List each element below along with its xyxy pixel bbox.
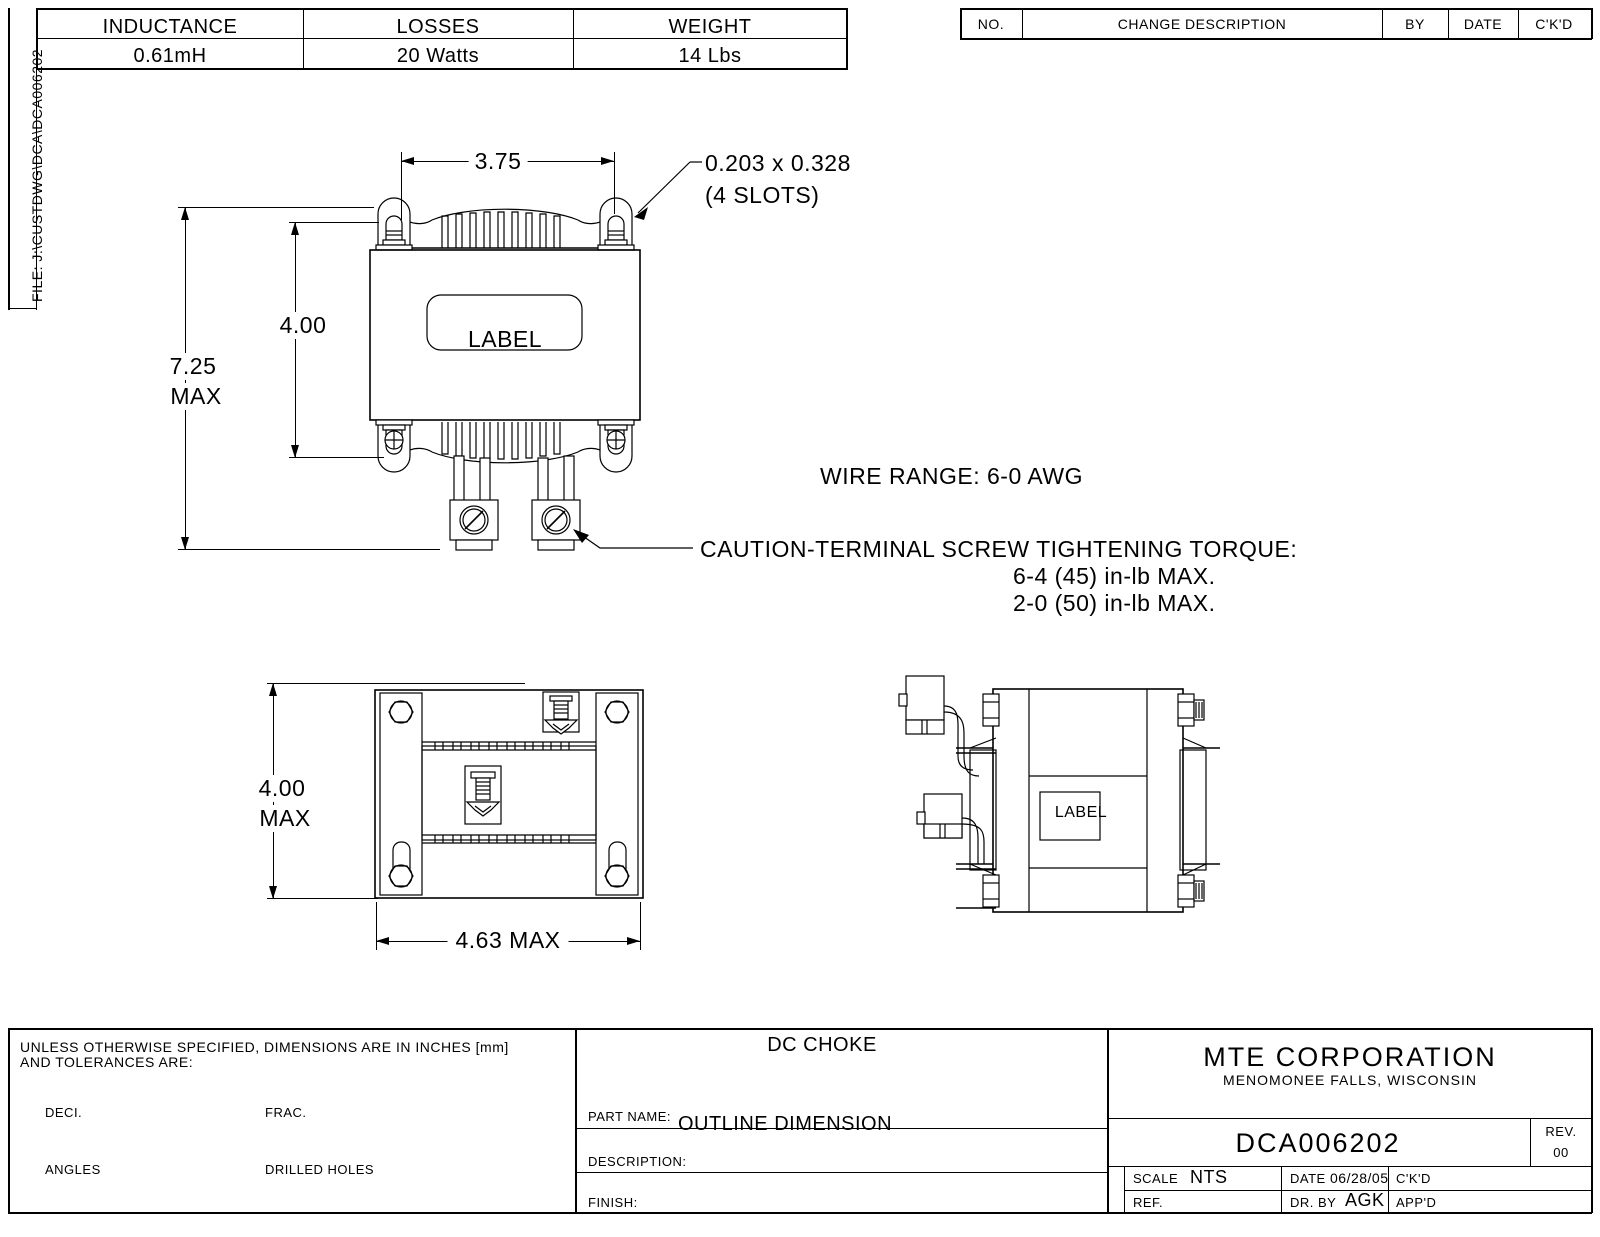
company-location: MENOMONEE FALLS, WISCONSIN — [1223, 1072, 1477, 1088]
dim-bottom-height: 4.00 — [254, 775, 310, 802]
slot-callout-line1: 0.203 x 0.328 — [705, 150, 851, 176]
part-name-value: DC CHOKE — [767, 1034, 877, 1056]
part-name-label: PART NAME: — [588, 1109, 672, 1124]
description-label: DESCRIPTION: — [588, 1154, 687, 1169]
side-view-geometry — [898, 675, 1220, 913]
angles-label: ANGLES — [45, 1162, 101, 1177]
approved-label: APP'D — [1396, 1195, 1437, 1210]
note-caution-line3: 2-0 (50) in-lb MAX. — [1013, 590, 1216, 616]
front-view-label-text: LABEL — [467, 326, 543, 352]
side-view-label-text: LABEL — [1054, 804, 1108, 821]
rev-header-no: NO. — [977, 16, 1005, 32]
drawing-number: DCA006202 — [1235, 1128, 1401, 1158]
bottom-view-geometry — [374, 689, 644, 899]
front-view-geometry — [369, 197, 641, 551]
note-caution-line1: CAUTION-TERMINAL SCREW TIGHTENING TORQUE… — [700, 536, 1298, 562]
scale-label: SCALE — [1133, 1171, 1179, 1186]
drawn-by-value: AGK — [1345, 1190, 1385, 1210]
date-label: DATE — [1290, 1171, 1326, 1186]
dim-overall-height-note: MAX — [166, 383, 226, 410]
spec-header-losses: LOSSES — [396, 16, 480, 38]
caution-leader — [573, 529, 693, 549]
frac-label: FRAC. — [265, 1105, 307, 1120]
spec-header-weight: WEIGHT — [668, 16, 752, 38]
spec-value-losses: 20 Watts — [396, 45, 480, 67]
note-wire-range: WIRE RANGE: 6-0 AWG — [820, 463, 1083, 489]
date-value: 06/28/05 — [1330, 1170, 1389, 1186]
deci-label: DECI. — [45, 1105, 83, 1120]
spec-header-inductance: INDUCTANCE — [102, 16, 238, 38]
rev-label: REV. — [1545, 1124, 1577, 1139]
company-name: MTE CORPORATION — [1203, 1042, 1497, 1072]
slot-callout-line2: (4 SLOTS) — [705, 182, 820, 208]
drawing-sheet: INDUCTANCE LOSSES WEIGHT 0.61mH 20 Watts… — [0, 0, 1600, 1237]
finish-label: FINISH: — [588, 1195, 638, 1210]
rev-header-ckd: C'K'D — [1535, 16, 1573, 32]
dim-body-height: 4.00 — [274, 312, 332, 339]
rev-header-change-description: CHANGE DESCRIPTION — [1117, 16, 1287, 32]
drawn-by-label: DR. BY — [1290, 1195, 1337, 1210]
dim-overall-height: 7.25 — [165, 353, 221, 380]
dim-bottom-height-note: MAX — [255, 805, 315, 832]
dim-bottom-width: 4.63 MAX — [447, 929, 569, 952]
ckd-label: C'K'D — [1396, 1171, 1431, 1186]
rev-value: 00 — [1553, 1145, 1569, 1160]
ref-label: REF. — [1133, 1195, 1164, 1210]
drilled-holes-label: DRILLED HOLES — [265, 1162, 375, 1177]
rev-header-by: BY — [1405, 16, 1425, 32]
tolerance-line2: AND TOLERANCES ARE: — [20, 1054, 194, 1070]
description-value: OUTLINE DIMENSION — [677, 1113, 893, 1135]
file-path-label: FILE: J:\CUSTDWG\DCA\DCA006202 — [29, 48, 45, 302]
scale-value: NTS — [1190, 1167, 1228, 1187]
spec-value-inductance: 0.61mH — [133, 45, 207, 67]
spec-value-weight: 14 Lbs — [678, 45, 742, 67]
rev-header-date: DATE — [1463, 16, 1503, 32]
note-caution-line2: 6-4 (45) in-lb MAX. — [1013, 563, 1216, 589]
tolerance-line1: UNLESS OTHERWISE SPECIFIED, DIMENSIONS A… — [20, 1039, 509, 1055]
dim-front-width: 3.75 — [468, 150, 528, 173]
